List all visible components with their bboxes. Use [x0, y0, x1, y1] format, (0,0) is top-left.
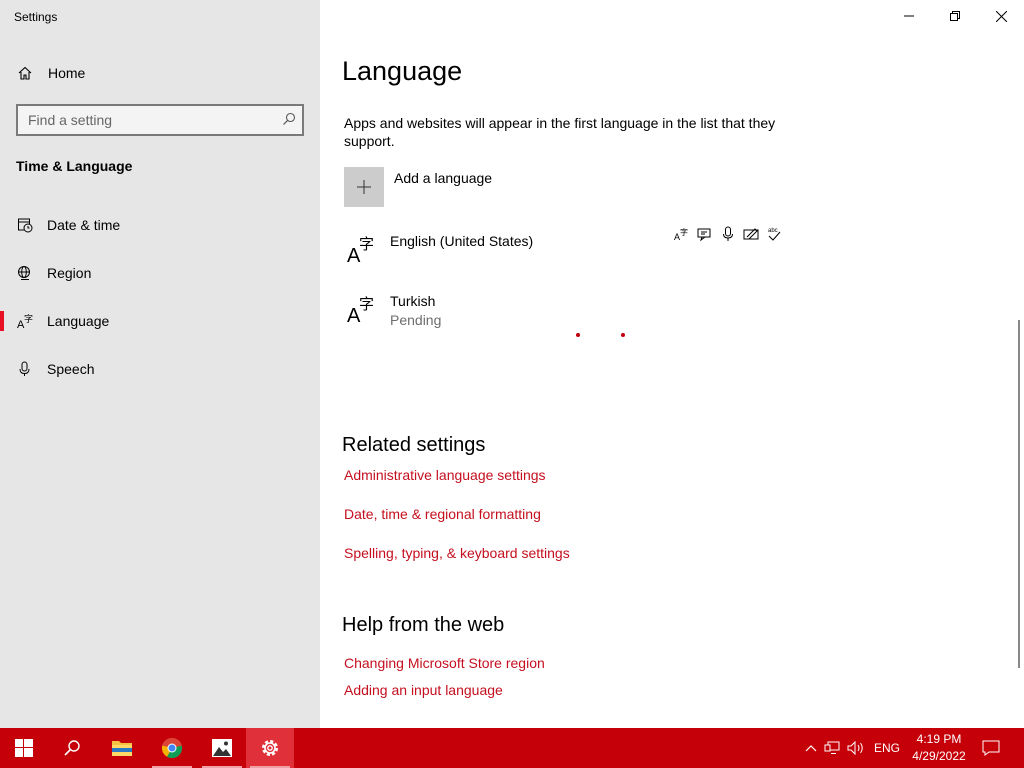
- taskbar-chrome[interactable]: [148, 728, 196, 768]
- home-icon: [16, 64, 34, 82]
- clock-time: 4:19 PM: [916, 732, 962, 746]
- sidebar-item-home[interactable]: Home: [0, 53, 320, 93]
- page-title: Language: [342, 56, 463, 86]
- calendar-clock-icon: [16, 216, 34, 234]
- speech-recognition-icon: [720, 226, 736, 242]
- microphone-icon: [16, 360, 34, 378]
- related-settings-heading: Related settings: [342, 434, 486, 456]
- photos-icon: [212, 739, 232, 757]
- search-icon[interactable]: [282, 112, 296, 131]
- sidebar-item-label: Date & time: [47, 217, 121, 233]
- language-icon: A字: [344, 290, 380, 327]
- taskbar-photos[interactable]: [198, 728, 246, 768]
- chevron-up-icon[interactable]: [802, 744, 820, 752]
- search-field[interactable]: [16, 104, 304, 136]
- globe-icon: [16, 264, 34, 282]
- progress-dot: [576, 333, 580, 337]
- language-name: English (United States): [390, 233, 534, 249]
- input-language-indicator[interactable]: ENG: [874, 741, 900, 755]
- network-icon[interactable]: [820, 741, 844, 755]
- start-button[interactable]: [0, 728, 48, 768]
- help-heading: Help from the web: [342, 614, 505, 636]
- sidebar-item-label: Region: [47, 265, 92, 281]
- volume-icon[interactable]: [844, 741, 868, 755]
- sidebar-item-label: Home: [48, 65, 86, 81]
- link-changing-store-region[interactable]: Changing Microsoft Store region: [344, 655, 545, 671]
- sidebar-item-label: Language: [47, 313, 110, 329]
- spellcheck-icon: abc: [766, 226, 782, 242]
- svg-text:字: 字: [680, 227, 688, 237]
- settings-window: Settings Home Time & Language Date & tim…: [0, 0, 1024, 728]
- svg-text:abc: abc: [768, 228, 778, 234]
- taskbar-settings[interactable]: [246, 728, 294, 768]
- language-item-turkish[interactable]: A字 Turkish Pending: [344, 290, 794, 340]
- clock-date: 4/29/2022: [912, 749, 966, 763]
- sidebar-item-region[interactable]: Region: [0, 253, 320, 293]
- language-features: A字 abc: [674, 226, 782, 242]
- taskbar: ENG 4:19 PM 4/29/2022: [0, 728, 1024, 768]
- chrome-icon: [161, 737, 183, 759]
- plus-icon: [344, 167, 384, 207]
- notifications-button[interactable]: [968, 728, 1014, 768]
- add-language-button[interactable]: Add a language: [344, 167, 644, 207]
- taskbar-file-explorer[interactable]: [98, 728, 146, 768]
- progress-dot: [621, 333, 625, 337]
- language-icon: A字: [344, 230, 380, 267]
- window-title: Settings: [14, 10, 58, 24]
- text-to-speech-icon: [697, 226, 713, 242]
- add-language-label: Add a language: [394, 170, 493, 186]
- page-description: Apps and websites will appear in the fir…: [344, 115, 776, 149]
- settings-icon: [262, 740, 278, 756]
- svg-text:字: 字: [359, 235, 374, 253]
- svg-text:字: 字: [24, 313, 33, 325]
- section-title: Time & Language: [16, 158, 133, 174]
- link-adding-input-language[interactable]: Adding an input language: [344, 682, 503, 698]
- start-icon: [15, 739, 33, 757]
- main-content: Language Apps and websites will appear i…: [320, 0, 1024, 728]
- language-status: Pending: [390, 312, 442, 328]
- sidebar-item-language[interactable]: A字 Language: [0, 301, 320, 341]
- link-date-time-regional[interactable]: Date, time & regional formatting: [344, 506, 541, 522]
- clock[interactable]: 4:19 PM 4/29/2022: [904, 731, 974, 765]
- notification-icon: [982, 740, 1000, 756]
- link-administrative-language[interactable]: Administrative language settings: [344, 467, 546, 483]
- system-tray: ENG: [802, 728, 900, 768]
- link-spelling-typing-keyboard[interactable]: Spelling, typing, & keyboard settings: [344, 545, 570, 561]
- sidebar: Settings Home Time & Language Date & tim…: [0, 0, 320, 728]
- search-input[interactable]: [28, 111, 268, 129]
- language-icon: A字: [16, 312, 34, 330]
- language-name: Turkish: [390, 293, 436, 309]
- handwriting-icon: [743, 226, 759, 242]
- scrollbar[interactable]: [1018, 320, 1020, 668]
- svg-text:字: 字: [359, 295, 374, 313]
- display-language-icon: A字: [674, 226, 690, 242]
- sidebar-item-date-time[interactable]: Date & time: [0, 205, 320, 245]
- sidebar-item-speech[interactable]: Speech: [0, 349, 320, 389]
- file-explorer-icon: [112, 741, 132, 756]
- sidebar-item-label: Speech: [47, 361, 95, 377]
- search-icon: [64, 740, 80, 756]
- search-button[interactable]: [48, 728, 96, 768]
